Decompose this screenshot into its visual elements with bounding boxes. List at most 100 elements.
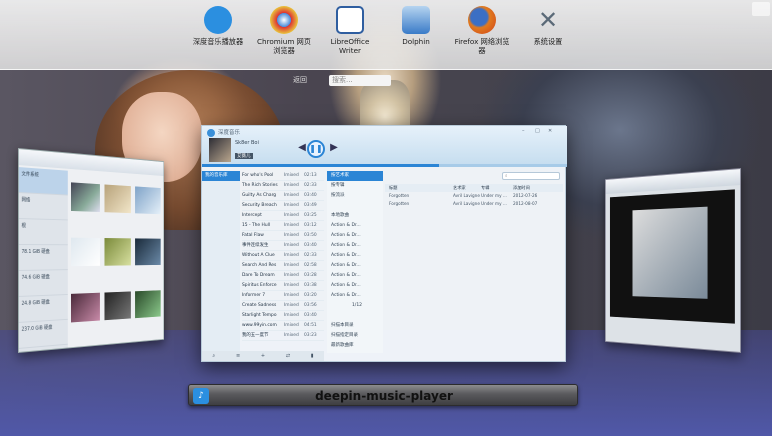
add-icon[interactable]: +	[261, 351, 265, 361]
image-thumbnail[interactable]	[71, 292, 100, 323]
header-added[interactable]: 添加时间	[513, 184, 559, 192]
image-thumbnail[interactable]	[135, 186, 161, 215]
category-item[interactable]: 按艺术家	[327, 171, 383, 181]
sidebar-item[interactable]: 网络	[18, 193, 68, 221]
dock-item-chromium[interactable]: Chromium 网页 浏览器	[248, 6, 320, 55]
dock-item-dolphin[interactable]: Dolphin	[380, 6, 452, 46]
close-button[interactable]: ✕	[548, 128, 552, 134]
track-duration: 03:20	[304, 293, 317, 298]
sidebar-item[interactable]: 文件系统	[18, 167, 68, 196]
track-row[interactable]: Without A Clue Imixed 02:33	[242, 251, 324, 261]
list-icon[interactable]: ≡	[236, 351, 240, 361]
category-item[interactable]: Action & Dr...	[327, 291, 383, 301]
track-row[interactable]: 我的五一度节 Imixed 03:23	[242, 331, 324, 341]
media-player-window[interactable]	[605, 168, 741, 353]
dock-label: LibreOffice Writer	[330, 37, 370, 55]
category-item	[327, 201, 383, 211]
window-switcher-label[interactable]: ♪ deepin-music-player	[188, 384, 578, 406]
category-item[interactable]: 按专辑	[327, 181, 383, 191]
search-icon[interactable]: ⌕	[212, 351, 215, 361]
dock-label: 深度音乐播放器	[192, 37, 244, 46]
track-row[interactable]: Guilty As Charg Imixed 03:40	[242, 191, 324, 201]
track-artist: Imixed	[284, 213, 299, 218]
category-item[interactable]: 最新歌曲库	[327, 341, 383, 351]
track-row[interactable]: Create Sadness Imixed 03:56	[242, 301, 324, 311]
track-title: The Rich Stories	[242, 183, 278, 188]
category-item[interactable]: 扫描指定目录	[327, 331, 383, 341]
track-row[interactable]: Security Breach Imixed 03:49	[242, 201, 324, 211]
image-thumbnail[interactable]	[135, 289, 161, 318]
table-cell: Avril Lavigne	[453, 201, 480, 206]
table-cell: Avril Lavigne	[453, 193, 480, 198]
category-item[interactable]: Action & Dr...	[327, 231, 383, 241]
image-thumbnail[interactable]	[104, 238, 132, 267]
track-row[interactable]: Intercept Imixed 03:25	[242, 211, 324, 221]
track-artist: Imixed	[284, 173, 299, 178]
track-row[interactable]: Informer 7 Imixed 03:20	[242, 291, 324, 301]
header-artist[interactable]: 艺术家	[453, 184, 481, 192]
next-icon[interactable]: ▶	[328, 142, 340, 154]
maximize-button[interactable]: □	[535, 128, 540, 134]
firefox-icon	[468, 6, 496, 34]
track-row[interactable]: Starlight Tempo Imixed 03:40	[242, 311, 324, 321]
track-row[interactable]: For who's Pool Imixed 02:13	[242, 171, 324, 181]
image-thumbnail[interactable]	[104, 184, 132, 214]
dock-item-settings[interactable]: ✕ 系统设置	[512, 6, 584, 46]
table-row[interactable]: Forgotten Avril Lavigne Under my ... 2012-0…	[385, 192, 563, 200]
shuffle-icon[interactable]: ⇄	[286, 351, 290, 361]
sidebar-item[interactable]: 237.0 GiB 硬盘	[18, 319, 68, 349]
image-thumbnail[interactable]	[135, 238, 161, 266]
track-row[interactable]: Fatal Flaw Imixed 03:50	[242, 231, 324, 241]
album-cover[interactable]	[209, 138, 231, 162]
music-player-window[interactable]: 深度音乐 Sk8er Boi 艾薇儿 ◀ ❚❚ ▶ – □ ✕ 我的音乐库 Fo…	[201, 125, 567, 362]
sidebar-item[interactable]: 24.8 GiB 硬盘	[18, 294, 68, 323]
dock-item-music[interactable]: 深度音乐播放器	[182, 6, 254, 46]
track-row[interactable]: The Rich Stories Imixed 02:33	[242, 181, 324, 191]
category-item[interactable]: 扫描本目录	[327, 321, 383, 331]
image-thumbnail[interactable]	[71, 182, 100, 213]
sidebar-item[interactable]: 74.6 GiB 硬盘	[18, 270, 68, 297]
category-item[interactable]: Action & Dr...	[327, 241, 383, 251]
library-search-input[interactable]: ⌕	[502, 172, 560, 180]
category-item[interactable]: Action & Dr...	[327, 251, 383, 261]
active-window-title: deepin-music-player	[315, 389, 453, 403]
track-row[interactable]: 15 - The Hull Imixed 03:12	[242, 221, 324, 231]
libreoffice-writer-icon	[336, 6, 364, 34]
category-item[interactable]: Action & Dr...	[327, 221, 383, 231]
image-thumbnail[interactable]	[104, 291, 132, 320]
pause-button[interactable]: ❚❚	[307, 140, 325, 158]
track-duration: 03:40	[304, 243, 317, 248]
table-cell: Under my ...	[481, 193, 507, 198]
track-title: Security Breach	[242, 203, 277, 208]
category-item[interactable]: Action & Dr...	[327, 261, 383, 271]
delete-icon[interactable]: ▮	[311, 351, 314, 361]
category-item[interactable]: Action & Dr...	[327, 271, 383, 281]
track-row[interactable]: Spiritus Enforce Imixed 03:38	[242, 281, 324, 291]
dock-item-writer[interactable]: LibreOffice Writer	[314, 6, 386, 55]
image-thumbnail[interactable]	[71, 237, 100, 267]
category-item[interactable]: 本地歌曲	[327, 211, 383, 221]
category-item[interactable]: Action & Dr...	[327, 281, 383, 291]
track-artist: Imixed	[284, 193, 299, 198]
sidebar-item[interactable]: 78.1 GiB 硬盘	[18, 245, 68, 271]
track-duration: 03:38	[304, 283, 317, 288]
minimize-button[interactable]: –	[522, 128, 525, 134]
back-button[interactable]: 返回	[293, 75, 307, 85]
track-row[interactable]: www.99yin.com Imixed 04:51	[242, 321, 324, 331]
track-row[interactable]: Dare To Dream Imixed 03:28	[242, 271, 324, 281]
pager[interactable]: 1/12	[327, 301, 383, 311]
playlist-item-active[interactable]: 我的音乐库	[202, 171, 240, 181]
playback-progress[interactable]	[202, 164, 567, 167]
track-row[interactable]: 事件连续发生 Imixed 03:40	[242, 241, 324, 251]
table-row[interactable]: Forgotten Avril Lavigne Under my ... 2012-0…	[385, 200, 563, 208]
search-input[interactable]: 搜索...	[329, 75, 391, 86]
track-artist: Imixed	[284, 273, 299, 278]
track-title: Guilty As Charg	[242, 193, 277, 198]
category-item[interactable]: 按流派	[327, 191, 383, 201]
track-row[interactable]: Search And Res Imixed 02:58	[242, 261, 324, 271]
dock-item-firefox[interactable]: Firefox 网络浏览 器	[446, 6, 518, 55]
header-album[interactable]: 专辑	[481, 184, 513, 192]
file-manager-window[interactable]: 文件系统 网络 根 78.1 GiB 硬盘 74.6 GiB 硬盘 24.8 G…	[18, 148, 165, 353]
sidebar-item[interactable]: 根	[18, 219, 68, 246]
header-title[interactable]: 标题	[385, 184, 453, 192]
